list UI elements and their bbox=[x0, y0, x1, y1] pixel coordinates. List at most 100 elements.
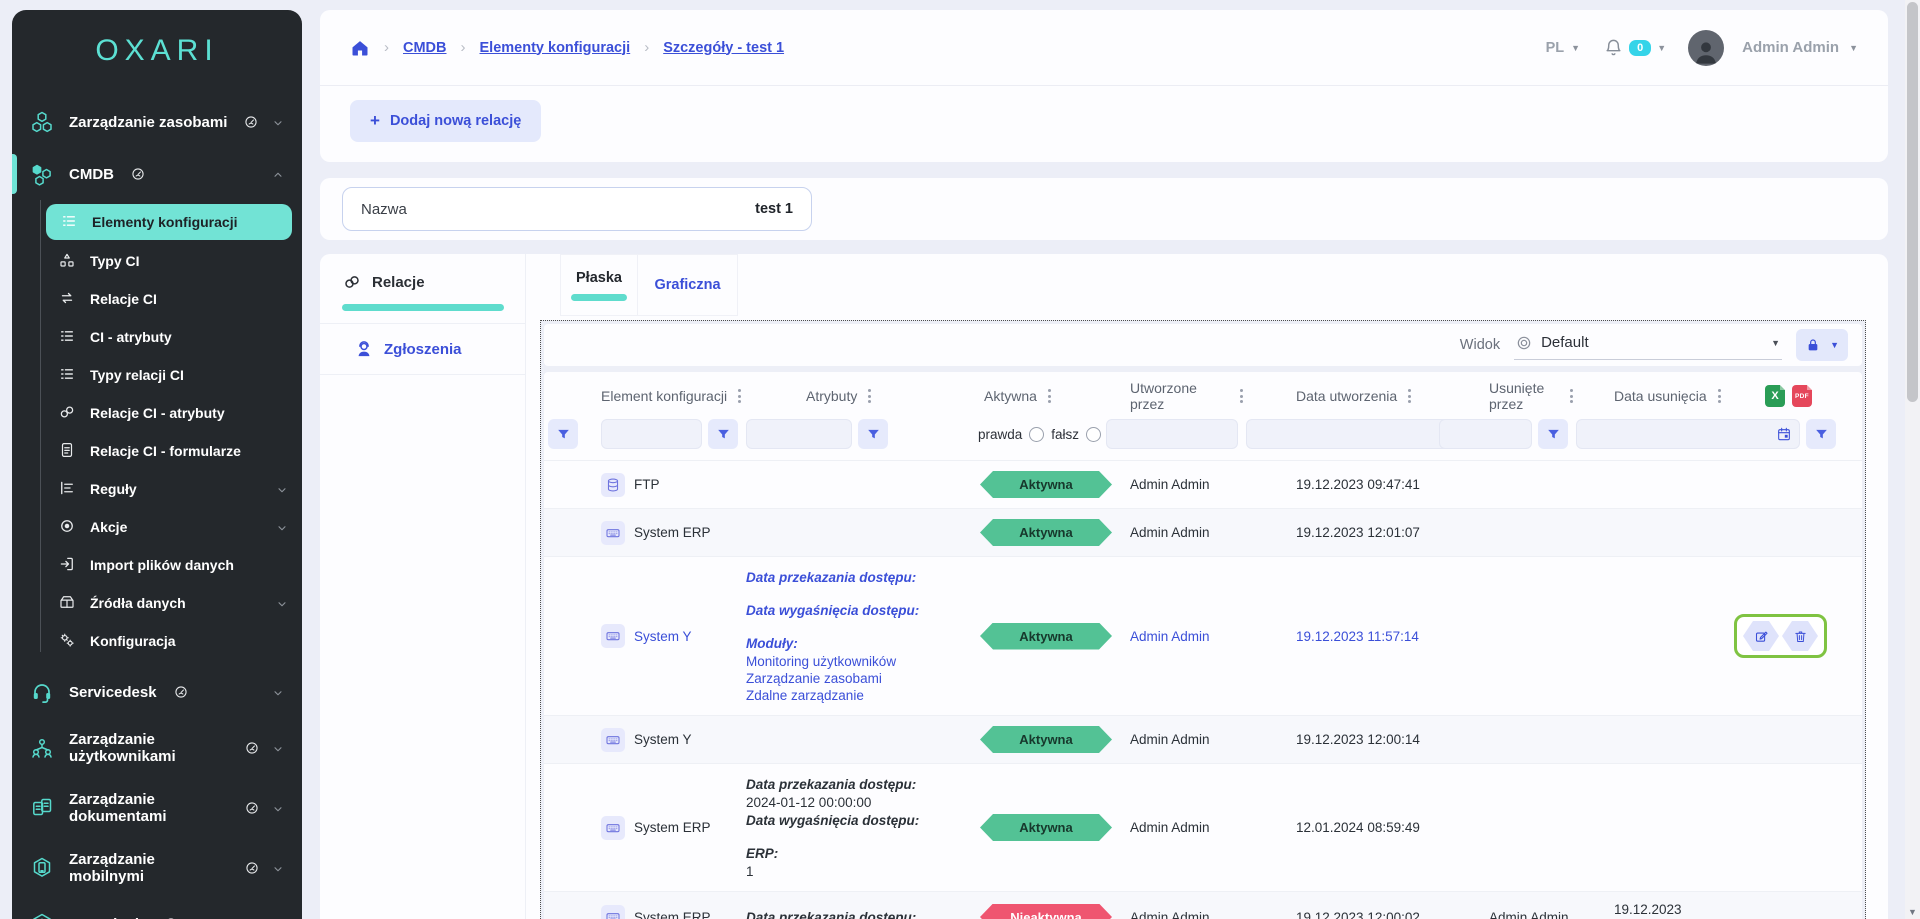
cell-deleted-by bbox=[1431, 475, 1576, 495]
sidebar-item-zarzadzanie-uzytkownikami[interactable]: Zarządzanie użytkownikami bbox=[12, 718, 302, 778]
attribute-text: 2024-01-12 00:00:00 bbox=[746, 795, 960, 810]
notifications-button[interactable]: 0 ▼ bbox=[1604, 38, 1666, 57]
scrollbar-down-arrow[interactable]: ▼ bbox=[1905, 907, 1920, 917]
avatar[interactable] bbox=[1688, 30, 1724, 66]
filter-element-input[interactable] bbox=[601, 419, 702, 449]
view-tabs: Płaska Graficzna bbox=[560, 254, 1888, 316]
column-menu-icon[interactable] bbox=[735, 386, 744, 406]
sidebar-item-label: CI - atrybuty bbox=[90, 329, 172, 345]
filter-funnel-button[interactable] bbox=[858, 419, 888, 449]
sidebar-item-label: Reguły bbox=[90, 481, 137, 497]
filter-funnel-button[interactable] bbox=[548, 419, 578, 449]
filter-funnel-button[interactable] bbox=[1538, 419, 1568, 449]
user-menu[interactable]: Admin Admin bbox=[1742, 39, 1839, 56]
cell-lead bbox=[544, 818, 586, 838]
filter-funnel-button[interactable] bbox=[1806, 419, 1836, 449]
sidebar-item-zrodla-danych[interactable]: Źródła danych bbox=[12, 584, 302, 622]
breadcrumb: › CMDB › Elementy konfiguracji › Szczegó… bbox=[350, 38, 784, 58]
column-menu-icon[interactable] bbox=[1567, 386, 1576, 406]
status-badge: Aktywna bbox=[980, 471, 1112, 498]
status-badge: Aktywna bbox=[980, 726, 1112, 753]
sidebar-item-relacje-ci[interactable]: Relacje CI bbox=[12, 280, 302, 318]
cell-created-at: 19.12.2023 12:01:07 bbox=[1246, 515, 1431, 550]
radio-false-label: fałsz bbox=[1051, 427, 1079, 442]
sidebar-item-servicedesk[interactable]: Servicedesk bbox=[12, 666, 302, 718]
filter-data-utworzenia-input[interactable] bbox=[1254, 419, 1446, 449]
filter-usuniete-input[interactable] bbox=[1439, 419, 1532, 449]
scrollbar-thumb[interactable] bbox=[1907, 2, 1918, 402]
column-menu-icon[interactable] bbox=[865, 386, 874, 406]
sidebar-item-zarzadzanie-mobilnymi[interactable]: Zarządzanie mobilnymi bbox=[12, 838, 302, 898]
delete-button[interactable] bbox=[1782, 621, 1818, 651]
attribute-link[interactable]: Monitoring użytkowników bbox=[746, 654, 960, 669]
home-icon[interactable] bbox=[350, 38, 370, 58]
sidebar-item-relacje-ci-formularze[interactable]: Relacje CI - formularze bbox=[12, 432, 302, 470]
breadcrumb-link-details[interactable]: Szczegóły - test 1 bbox=[663, 40, 784, 56]
table-row[interactable]: System ERPData przekazania dostępu:2024-… bbox=[544, 763, 1862, 891]
sidebar-item-typy-ci[interactable]: Typy CI bbox=[12, 242, 302, 280]
breadcrumb-separator: › bbox=[384, 39, 389, 56]
breadcrumb-separator: › bbox=[461, 39, 466, 56]
radio-true[interactable] bbox=[1029, 427, 1044, 442]
panel-section-zgloszenia[interactable]: Zgłoszenia bbox=[320, 324, 525, 375]
tab-plaska[interactable]: Płaska bbox=[560, 254, 638, 316]
tab-graficzna[interactable]: Graficzna bbox=[638, 254, 738, 316]
calendar-icon[interactable] bbox=[1776, 426, 1792, 442]
cell-created-by: Admin Admin bbox=[1106, 467, 1246, 502]
column-menu-icon[interactable] bbox=[1405, 386, 1414, 406]
ci-name: FTP bbox=[634, 477, 660, 492]
cell-deleted-at bbox=[1576, 818, 1741, 838]
name-field[interactable]: Nazwa test 1 bbox=[342, 187, 812, 231]
column-menu-icon[interactable] bbox=[1045, 386, 1054, 406]
active-item-indicator bbox=[12, 154, 17, 194]
relations-content: Płaska Graficzna Widok Def bbox=[526, 254, 1888, 919]
cell-deleted-by bbox=[1431, 730, 1576, 750]
sidebar-item-reguly[interactable]: Reguły bbox=[12, 470, 302, 508]
export-excel-button[interactable]: X bbox=[1765, 385, 1785, 407]
sidebar-item-import-plikow-danych[interactable]: Import plików danych bbox=[12, 546, 302, 584]
panel-section-relacje[interactable]: Relacje bbox=[320, 254, 525, 324]
add-relation-button[interactable]: + Dodaj nową relację bbox=[350, 100, 541, 142]
column-header-label: Element konfiguracji bbox=[601, 388, 727, 404]
table-row[interactable]: System ERPData przekazania dostępu:Nieak… bbox=[544, 891, 1862, 919]
filter-data-usuniecia[interactable] bbox=[1576, 419, 1800, 449]
lock-view-button[interactable]: ▼ bbox=[1796, 329, 1848, 361]
table-row[interactable]: FTPAktywnaAdmin Admin19.12.2023 09:47:41 bbox=[544, 460, 1862, 508]
table-row[interactable]: System YAktywnaAdmin Admin19.12.2023 12:… bbox=[544, 715, 1862, 763]
relations-side-panel: Relacje Zgłoszenia bbox=[320, 254, 526, 919]
gauge-icon bbox=[245, 741, 259, 755]
table-row[interactable]: System YData przekazania dostępu:Data wy… bbox=[544, 556, 1862, 715]
gauge-icon bbox=[245, 801, 259, 815]
sidebar-item-elementy-konfiguracji[interactable]: Elementy konfiguracji bbox=[46, 204, 292, 240]
column-menu-icon[interactable] bbox=[1237, 386, 1246, 406]
sidebar-item-label: Zarządzanie dokumentami bbox=[69, 791, 228, 825]
sidebar-item-konfiguracja[interactable]: Konfiguracja bbox=[12, 622, 302, 660]
edit-button[interactable] bbox=[1743, 621, 1779, 651]
attribute-link[interactable]: Zarządzanie zasobami bbox=[746, 671, 960, 686]
sidebar-item-ustawienia[interactable]: Ustawienia bbox=[12, 898, 302, 919]
breadcrumb-link-elementy[interactable]: Elementy konfiguracji bbox=[480, 40, 631, 56]
export-pdf-button[interactable]: PDF bbox=[1792, 385, 1812, 407]
sidebar-item-zarzadzanie-dokumentami[interactable]: Zarządzanie dokumentami bbox=[12, 778, 302, 838]
cell-attributes bbox=[746, 475, 966, 495]
sidebar-item-cmdb[interactable]: CMDB bbox=[12, 148, 302, 200]
cell-created-at: 12.01.2024 08:59:49 bbox=[1246, 810, 1431, 845]
language-selector[interactable]: PL ▼ bbox=[1546, 40, 1580, 56]
sidebar-item-zarzadzanie-zasobami[interactable]: Zarządzanie zasobami bbox=[12, 96, 302, 148]
radio-false[interactable] bbox=[1086, 427, 1101, 442]
filter-utworzone-input[interactable] bbox=[1106, 419, 1238, 449]
filter-funnel-button[interactable] bbox=[708, 419, 738, 449]
filter-data-usuniecia-input[interactable] bbox=[1584, 419, 1776, 449]
sidebar-item-akcje[interactable]: Akcje bbox=[12, 508, 302, 546]
column-header-aktywna: Aktywna bbox=[966, 386, 1106, 406]
sidebar-item-ci-atrybuty[interactable]: CI - atrybuty bbox=[12, 318, 302, 356]
column-menu-icon[interactable] bbox=[1715, 386, 1724, 406]
table-row[interactable]: System ERPAktywnaAdmin Admin19.12.2023 1… bbox=[544, 508, 1862, 556]
attribute-link[interactable]: Zdalne zarządzanie bbox=[746, 688, 960, 703]
view-select[interactable]: Default ▼ bbox=[1514, 330, 1782, 360]
sidebar-item-relacje-ci-atrybuty[interactable]: Relacje CI - atrybuty bbox=[12, 394, 302, 432]
breadcrumb-link-cmdb[interactable]: CMDB bbox=[403, 40, 447, 56]
sidebar-item-typy-relacji-ci[interactable]: Typy relacji CI bbox=[12, 356, 302, 394]
page-scrollbar[interactable]: ▼ bbox=[1905, 0, 1920, 919]
filter-atrybuty-input[interactable] bbox=[746, 419, 852, 449]
